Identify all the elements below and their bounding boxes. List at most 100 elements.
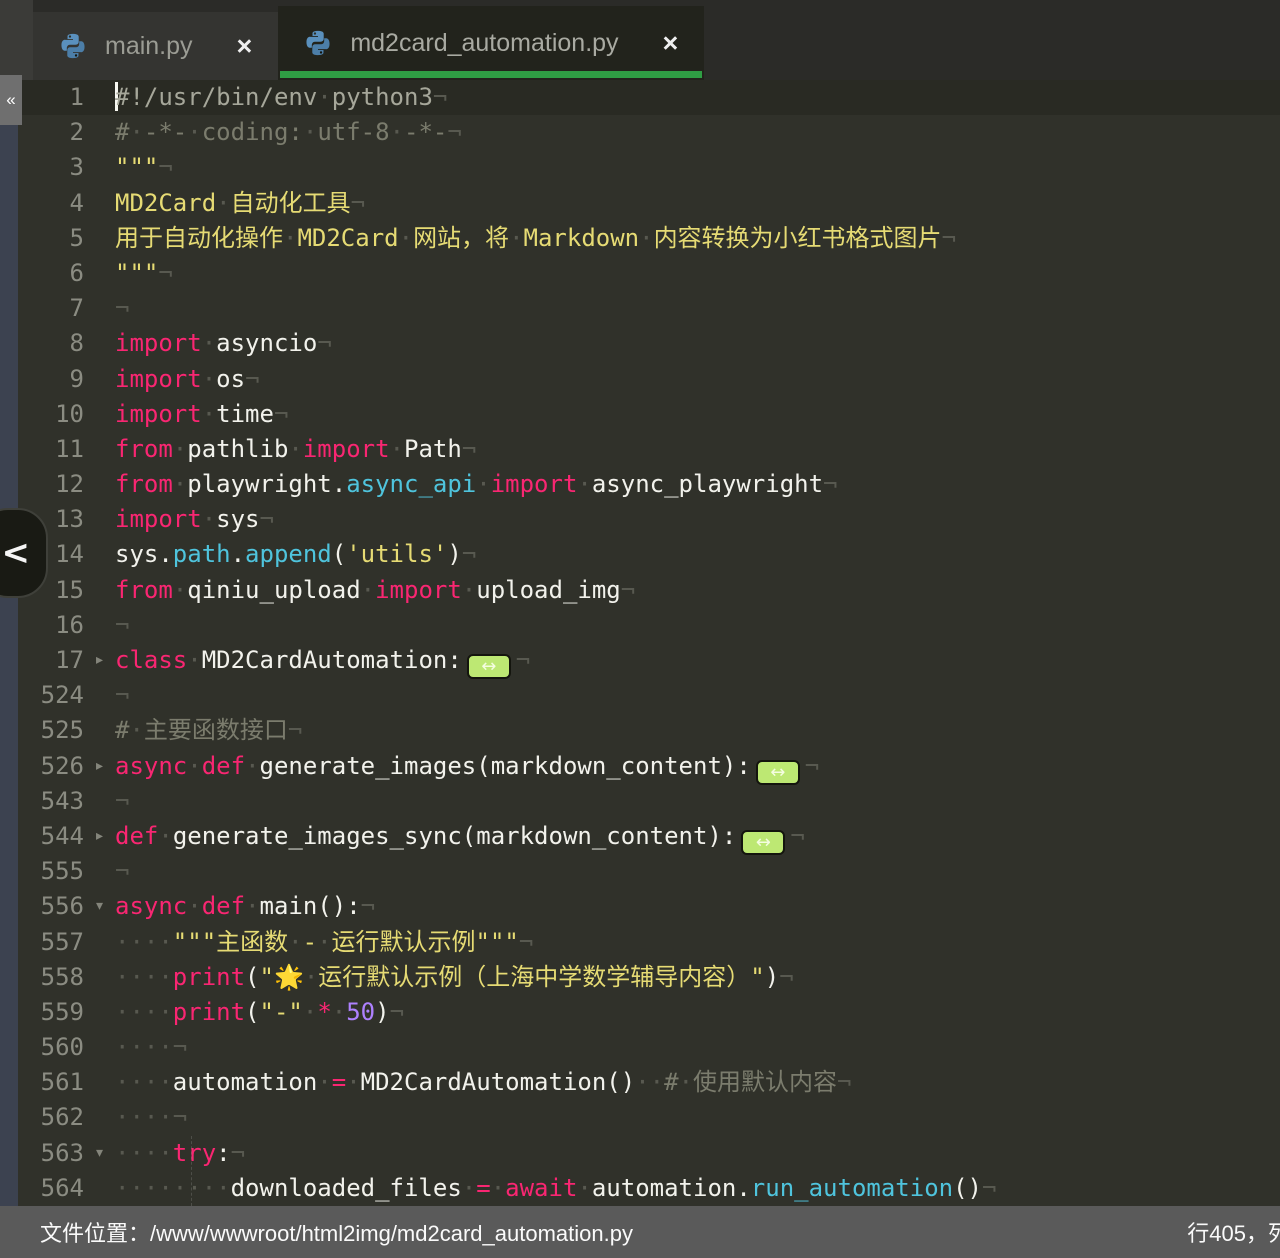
code-line[interactable]: 559····print("-"·*·50)¬	[0, 995, 1280, 1030]
fold-gutter	[84, 925, 115, 960]
code-line[interactable]: 15from·qiniu_upload·import·upload_img¬	[0, 573, 1280, 608]
code-line[interactable]: 10import·time¬	[0, 397, 1280, 432]
code-line[interactable]: 564········downloaded_files·=·await·auto…	[0, 1171, 1280, 1206]
code-line[interactable]: 544▸def·generate_images_sync(markdown_co…	[0, 819, 1280, 854]
fold-gutter	[84, 1065, 115, 1100]
code-text[interactable]: ¬	[115, 854, 1280, 889]
code-line[interactable]: 3"""¬	[0, 150, 1280, 185]
fold-arrow-icon[interactable]: ▸	[84, 643, 115, 678]
code-line[interactable]: 6"""¬	[0, 256, 1280, 291]
token: ·	[245, 752, 259, 780]
code-line[interactable]: 543¬	[0, 784, 1280, 819]
token: ¬	[361, 892, 375, 920]
token: ·	[129, 716, 143, 744]
code-line[interactable]: 7¬	[0, 291, 1280, 326]
code-text[interactable]: import·asyncio¬	[115, 326, 1280, 361]
code-text[interactable]: #!/usr/bin/env·python3¬	[115, 80, 1280, 115]
close-icon[interactable]: ×	[663, 30, 679, 57]
code-text[interactable]: #·主要函数接口¬	[115, 713, 1280, 748]
code-line[interactable]: 13import·sys¬	[0, 502, 1280, 537]
tab-main.py[interactable]: main.py×	[33, 12, 278, 80]
code-line[interactable]: 11from·pathlib·import·Path¬	[0, 432, 1280, 467]
code-line[interactable]: 12from·playwright.async_api·import·async…	[0, 467, 1280, 502]
code-text[interactable]: def·generate_images_sync(markdown_conten…	[115, 819, 1280, 854]
code-line[interactable]: 562····¬	[0, 1100, 1280, 1135]
code-line[interactable]: 17▸class·MD2CardAutomation:↔¬	[0, 643, 1280, 678]
token: ¬	[115, 787, 129, 815]
code-line[interactable]: 5用于自动化操作·MD2Card·网站，将·Markdown·内容转换为小红书格…	[0, 221, 1280, 256]
code-line[interactable]: 558····print("🌟·运行默认示例（上海中学数学辅导内容）")¬	[0, 960, 1280, 995]
left-edge-widget[interactable]: «	[0, 75, 22, 125]
code-text[interactable]: 用于自动化操作·MD2Card·网站，将·Markdown·内容转换为小红书格式…	[115, 221, 1280, 256]
token: ····¬	[115, 1033, 187, 1061]
fold-arrow-icon[interactable]: ▸	[84, 819, 115, 854]
code-line[interactable]: 2#·-*-·coding:·utf-8·-*-¬	[0, 115, 1280, 150]
fold-arrow-icon[interactable]: ▾	[84, 889, 115, 924]
token: )	[765, 963, 779, 991]
code-line[interactable]: 524¬	[0, 678, 1280, 713]
sidebar-collapse-handle[interactable]: <	[0, 508, 48, 598]
code-text[interactable]: sys.path.append('utils')¬	[115, 537, 1280, 572]
code-line[interactable]: 8import·asyncio¬	[0, 326, 1280, 361]
token: ·	[202, 505, 216, 533]
token: ·	[288, 928, 302, 956]
code-text[interactable]: from·qiniu_upload·import·upload_img¬	[115, 573, 1280, 608]
code-text[interactable]: ¬	[115, 291, 1280, 326]
code-line[interactable]: 1#!/usr/bin/env·python3¬	[0, 80, 1280, 115]
token: ·	[202, 400, 216, 428]
tab-md2card_automation.py[interactable]: md2card_automation.py×	[278, 6, 704, 80]
code-text[interactable]: ····automation·=·MD2CardAutomation()··#·…	[115, 1065, 1280, 1100]
code-text[interactable]: """¬	[115, 256, 1280, 291]
code-text[interactable]: #·-*-·coding:·utf-8·-*-¬	[115, 115, 1280, 150]
code-line[interactable]: 555¬	[0, 854, 1280, 889]
code-text[interactable]: ¬	[115, 678, 1280, 713]
code-text[interactable]: async·def·main():¬	[115, 889, 1280, 924]
folded-code-marker[interactable]: ↔	[467, 654, 511, 679]
left-edge-strip	[0, 125, 18, 1206]
fold-arrow-icon[interactable]: ▾	[84, 1136, 115, 1171]
code-text[interactable]: async·def·generate_images(markdown_conte…	[115, 749, 1280, 784]
code-text[interactable]: ¬	[115, 784, 1280, 819]
code-text[interactable]: import·sys¬	[115, 502, 1280, 537]
code-line[interactable]: 560····¬	[0, 1030, 1280, 1065]
code-line[interactable]: 556▾async·def·main():¬	[0, 889, 1280, 924]
code-line[interactable]: 526▸async·def·generate_images(markdown_c…	[0, 749, 1280, 784]
code-text[interactable]: from·pathlib·import·Path¬	[115, 432, 1280, 467]
code-text[interactable]: ····"""主函数·-·运行默认示例"""¬	[115, 925, 1280, 960]
code-text[interactable]: ····try:¬	[115, 1136, 1280, 1171]
code-text[interactable]: from·playwright.async_api·import·async_p…	[115, 467, 1280, 502]
code-text[interactable]: class·MD2CardAutomation:↔¬	[115, 643, 1280, 678]
code-text[interactable]: ····¬	[115, 1030, 1280, 1065]
code-text[interactable]: ¬	[115, 608, 1280, 643]
code-line[interactable]: 563▾····try:¬	[0, 1136, 1280, 1171]
token: ·	[303, 118, 317, 146]
code-text[interactable]: ····print("🌟·运行默认示例（上海中学数学辅导内容）")¬	[115, 960, 1280, 995]
token: ¬	[516, 646, 530, 674]
folded-code-marker[interactable]: ↔	[756, 760, 800, 785]
code-text[interactable]: import·time¬	[115, 397, 1280, 432]
token: 运行默认示例"""	[332, 928, 519, 956]
token: upload_img	[476, 576, 621, 604]
code-text[interactable]: ····print("-"·*·50)¬	[115, 995, 1280, 1030]
code-text[interactable]: import·os¬	[115, 362, 1280, 397]
code-text[interactable]: ········downloaded_files·=·await·automat…	[115, 1171, 1280, 1206]
token: import	[115, 400, 202, 428]
code-line[interactable]: 16¬	[0, 608, 1280, 643]
code-line[interactable]: 14sys.path.append('utils')¬	[0, 537, 1280, 572]
folded-code-marker[interactable]: ↔	[741, 830, 785, 855]
close-icon[interactable]: ×	[237, 33, 253, 60]
code-line[interactable]: 561····automation·=·MD2CardAutomation()·…	[0, 1065, 1280, 1100]
token: ·	[187, 118, 201, 146]
code-text[interactable]: """¬	[115, 150, 1280, 185]
code-line[interactable]: 525#·主要函数接口¬	[0, 713, 1280, 748]
code-editor[interactable]: 1#!/usr/bin/env·python3¬2#·-*-·coding:·u…	[0, 80, 1280, 1206]
code-line[interactable]: 9import·os¬	[0, 362, 1280, 397]
fold-arrow-icon[interactable]: ▸	[84, 749, 115, 784]
code-text[interactable]: MD2Card·自动化工具¬	[115, 186, 1280, 221]
token: 自动化工具	[231, 189, 351, 217]
code-line[interactable]: 557····"""主函数·-·运行默认示例"""¬	[0, 925, 1280, 960]
fold-gutter	[84, 221, 115, 256]
fold-gutter	[84, 995, 115, 1030]
code-text[interactable]: ····¬	[115, 1100, 1280, 1135]
code-line[interactable]: 4MD2Card·自动化工具¬	[0, 186, 1280, 221]
